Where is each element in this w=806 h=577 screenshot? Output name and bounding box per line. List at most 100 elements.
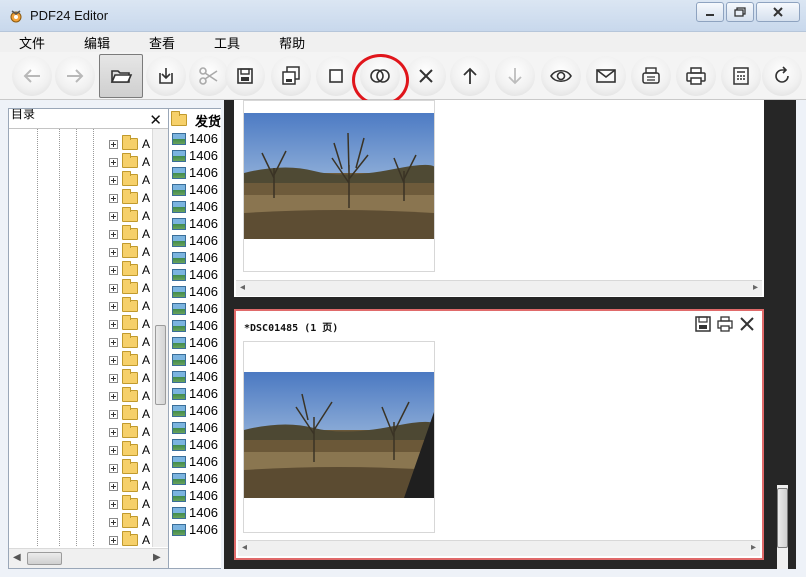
forward-button[interactable] xyxy=(55,56,95,96)
tree-row[interactable]: A xyxy=(109,441,150,459)
delete-button[interactable] xyxy=(406,56,446,96)
tree-vertical-scrollbar[interactable] xyxy=(152,129,168,547)
expand-icon[interactable] xyxy=(109,427,118,437)
tree-row[interactable]: A xyxy=(109,369,150,387)
expand-icon[interactable] xyxy=(109,481,118,491)
tree-row[interactable]: A xyxy=(109,513,150,531)
menu-tools[interactable]: 工具 xyxy=(207,33,247,52)
scroll-left-icon[interactable]: ◂ xyxy=(242,542,247,553)
tree-scroll-thumb[interactable] xyxy=(155,325,166,405)
tree-row[interactable]: A xyxy=(109,351,150,369)
tree-hscroll-thumb[interactable] xyxy=(27,552,62,565)
file-row[interactable]: 1406 xyxy=(172,317,218,334)
file-row[interactable]: 1406 xyxy=(172,385,218,402)
tree-row[interactable]: A xyxy=(109,261,150,279)
expand-icon[interactable] xyxy=(109,463,118,473)
workspace-vertical-scrollbar[interactable] xyxy=(774,100,790,569)
expand-icon[interactable] xyxy=(109,445,118,455)
expand-icon[interactable] xyxy=(109,301,118,311)
scroll-right-icon[interactable]: ▸ xyxy=(751,542,756,553)
file-row[interactable]: 1406 xyxy=(172,266,218,283)
expand-icon[interactable] xyxy=(109,175,118,185)
printer-icon[interactable] xyxy=(716,315,734,333)
expand-icon[interactable] xyxy=(109,319,118,329)
expand-icon[interactable] xyxy=(109,391,118,401)
menu-file[interactable]: 文件 xyxy=(12,33,52,52)
save-button[interactable] xyxy=(225,56,265,96)
tree-row[interactable]: A xyxy=(109,279,150,297)
expand-icon[interactable] xyxy=(109,373,118,383)
tree-row[interactable]: A xyxy=(109,135,150,153)
file-row[interactable]: 1406 xyxy=(172,198,218,215)
rotate-button[interactable] xyxy=(762,56,802,96)
expand-icon[interactable] xyxy=(109,409,118,419)
tree-row[interactable]: A xyxy=(109,207,150,225)
panel-horizontal-scrollbar[interactable]: ◂ ▸ xyxy=(236,280,762,296)
expand-icon[interactable] xyxy=(109,517,118,527)
fax-button[interactable] xyxy=(631,56,671,96)
tree-row[interactable]: A xyxy=(109,423,150,441)
move-up-button[interactable] xyxy=(450,56,490,96)
file-row[interactable]: 1406 xyxy=(172,351,218,368)
tree-row[interactable]: A xyxy=(109,495,150,513)
menu-help[interactable]: 帮助 xyxy=(272,33,312,52)
preview-button[interactable] xyxy=(541,56,581,96)
file-row[interactable]: 1406 xyxy=(172,147,218,164)
file-row[interactable]: 1406 xyxy=(172,181,218,198)
tree-row[interactable]: A xyxy=(109,405,150,423)
file-row[interactable]: 1406 xyxy=(172,130,218,147)
tree-row[interactable]: A xyxy=(109,315,150,333)
file-row[interactable]: 1406 xyxy=(172,232,218,249)
scroll-left-icon[interactable]: ◀ xyxy=(13,552,21,563)
expand-icon[interactable] xyxy=(109,499,118,509)
file-row[interactable]: 1406 xyxy=(172,334,218,351)
workspace-scroll-thumb[interactable] xyxy=(777,488,788,548)
new-page-button[interactable] xyxy=(316,56,356,96)
tree-row[interactable]: A xyxy=(109,387,150,405)
scroll-right-icon[interactable]: ▶ xyxy=(153,552,161,563)
tree-row[interactable]: A xyxy=(109,333,150,351)
file-row[interactable]: 1406 xyxy=(172,283,218,300)
expand-icon[interactable] xyxy=(109,193,118,203)
expand-icon[interactable] xyxy=(109,139,118,149)
file-row[interactable]: 1406 xyxy=(172,164,218,181)
page-thumbnail[interactable] xyxy=(243,341,435,533)
file-row[interactable]: 1406 xyxy=(172,402,218,419)
file-row[interactable]: 1406 xyxy=(172,487,218,504)
file-row[interactable]: 1406 xyxy=(172,215,218,232)
file-row[interactable]: 1406 xyxy=(172,521,218,538)
tree-row[interactable]: A xyxy=(109,153,150,171)
expand-icon[interactable] xyxy=(109,337,118,347)
import-button[interactable] xyxy=(146,56,186,96)
scroll-right-icon[interactable]: ▸ xyxy=(753,282,758,293)
file-row[interactable]: 1406 xyxy=(172,300,218,317)
close-button[interactable] xyxy=(756,2,800,22)
open-button[interactable] xyxy=(99,54,143,98)
menu-view[interactable]: 查看 xyxy=(142,33,182,52)
expand-icon[interactable] xyxy=(109,265,118,275)
expand-icon[interactable] xyxy=(109,157,118,167)
panel-horizontal-scrollbar[interactable]: ◂ ▸ xyxy=(238,540,760,556)
save-icon[interactable] xyxy=(694,315,712,333)
tree-row[interactable]: A xyxy=(109,189,150,207)
back-button[interactable] xyxy=(12,56,52,96)
expand-icon[interactable] xyxy=(109,535,118,545)
tree-row[interactable]: A xyxy=(109,243,150,261)
close-icon[interactable] xyxy=(738,315,756,333)
file-row[interactable]: 1406 xyxy=(172,249,218,266)
close-tree-icon[interactable]: ✕ xyxy=(149,111,162,129)
expand-icon[interactable] xyxy=(109,247,118,257)
file-row[interactable]: 1406 xyxy=(172,419,218,436)
email-button[interactable] xyxy=(586,56,626,96)
expand-icon[interactable] xyxy=(109,229,118,239)
move-down-button[interactable] xyxy=(495,56,535,96)
calculator-button[interactable] xyxy=(721,56,761,96)
file-row[interactable]: 1406 xyxy=(172,453,218,470)
cut-button[interactable] xyxy=(189,56,229,96)
file-row[interactable]: 1406 xyxy=(172,504,218,521)
tree-row[interactable]: A xyxy=(109,459,150,477)
tree-row[interactable]: A xyxy=(109,297,150,315)
menu-edit[interactable]: 编辑 xyxy=(77,33,117,52)
minimize-button[interactable] xyxy=(696,2,724,22)
page-thumbnail[interactable] xyxy=(243,100,435,272)
